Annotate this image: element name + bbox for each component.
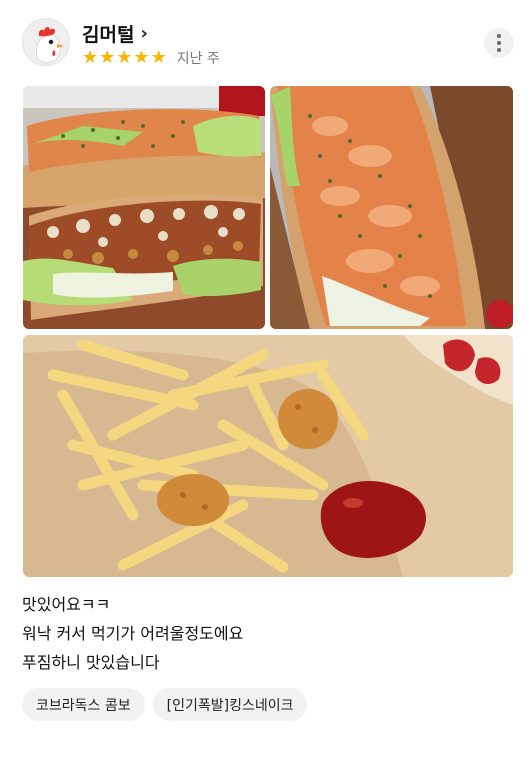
hotdog-closeup-icon — [270, 86, 513, 329]
user-name: 김머털 — [82, 24, 135, 46]
review-photo-1[interactable] — [23, 86, 265, 329]
review-line: 워낙 커서 먹기가 어려울정도에요 — [22, 624, 244, 643]
avatar[interactable] — [22, 18, 70, 66]
fries-nuggets-ketchup-icon — [23, 335, 513, 577]
star-icon: ★ — [99, 47, 116, 68]
star-icon: ★ — [133, 47, 150, 68]
review-line: 푸짐하니 맛있습니다 — [22, 653, 160, 672]
rating-row: ★ ★ ★ ★ ★ 지난 주 — [82, 48, 220, 68]
review-photo-3[interactable] — [23, 335, 513, 577]
more-options-button[interactable] — [484, 28, 514, 58]
chicken-avatar-icon — [23, 19, 69, 65]
review-time: 지난 주 — [176, 51, 220, 67]
more-dots-icon — [497, 34, 501, 38]
star-icon: ★ — [150, 47, 167, 68]
chevron-right-icon: › — [140, 23, 148, 44]
star-icon: ★ — [82, 47, 99, 68]
star-icon: ★ — [116, 47, 133, 68]
star-rating: ★ ★ ★ ★ ★ — [82, 48, 167, 68]
two-hotdogs-box-icon — [23, 86, 265, 329]
menu-tag-chip[interactable]: [인기폭발]킹스네이크 — [152, 688, 308, 721]
review-photo-2[interactable] — [270, 86, 513, 329]
user-name-link[interactable]: 김머털 › — [82, 20, 148, 47]
menu-tags: 코브라독스 콤보 [인기폭발]킹스네이크 — [22, 688, 308, 721]
review-header: 김머털 › ★ ★ ★ ★ ★ 지난 주 — [22, 18, 514, 70]
menu-tag-chip[interactable]: 코브라독스 콤보 — [22, 688, 145, 721]
review-text: 맛있어요ㅋㅋ 워낙 커서 먹기가 어려울정도에요 푸짐하니 맛있습니다 — [22, 590, 512, 677]
review-line: 맛있어요ㅋㅋ — [22, 595, 111, 614]
